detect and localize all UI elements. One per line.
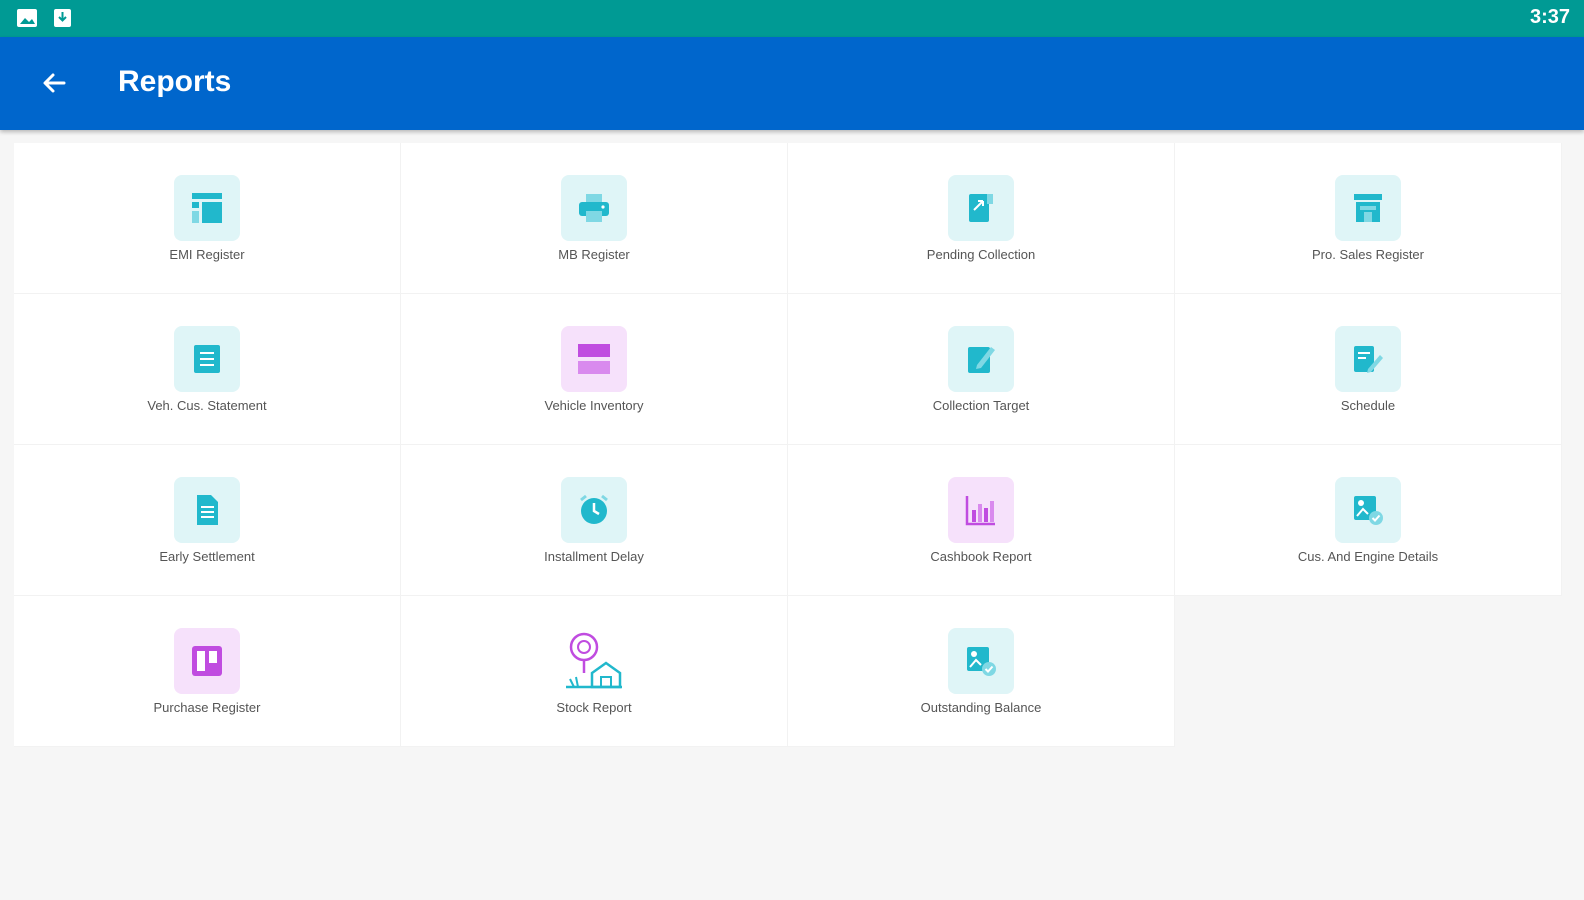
reports-grid: EMI Register MB Register Pending Collect… — [14, 143, 1562, 747]
report-label: Schedule — [1340, 397, 1396, 413]
report-label: Early Settlement — [159, 548, 255, 564]
status-time: 3:37 — [1529, 6, 1570, 28]
download-icon — [54, 9, 71, 27]
file-icon — [197, 494, 218, 525]
verified-image-icon — [967, 646, 996, 676]
report-tile-cus-and-engine-details[interactable]: Cus. And Engine Details — [1175, 445, 1562, 596]
list-icon — [194, 344, 220, 373]
edit-note-icon — [968, 346, 995, 373]
clock-icon — [580, 494, 608, 524]
report-label: Cus. And Engine Details — [1297, 548, 1439, 564]
report-tile-emi-register[interactable]: EMI Register — [14, 143, 401, 294]
app-bar: Reports — [0, 37, 1584, 130]
report-tile-early-settlement[interactable]: Early Settlement — [14, 445, 401, 596]
report-label: Pending Collection — [926, 246, 1036, 262]
back-button[interactable] — [32, 61, 76, 105]
status-bar: 3:37 — [0, 0, 1584, 37]
board-icon — [192, 645, 222, 676]
report-tile-pro-sales-register[interactable]: Pro. Sales Register — [1175, 143, 1562, 294]
verified-image-icon — [1354, 495, 1383, 525]
printer-icon — [579, 193, 609, 222]
report-label: Installment Delay — [544, 548, 644, 564]
report-label: MB Register — [558, 246, 630, 262]
report-label: Veh. Cus. Statement — [147, 397, 267, 413]
store-icon — [1354, 193, 1382, 222]
page-title: Reports — [118, 65, 232, 98]
image-icon — [17, 9, 37, 27]
warehouse-location-icon — [566, 632, 622, 688]
document-icon — [969, 193, 993, 222]
stack-icon — [578, 343, 610, 374]
report-label: Cashbook Report — [930, 548, 1032, 564]
report-tile-schedule[interactable]: Schedule — [1175, 294, 1562, 445]
report-label: EMI Register — [169, 246, 245, 262]
report-tile-outstanding-balance[interactable]: Outstanding Balance — [788, 596, 1175, 747]
report-tile-installment-delay[interactable]: Installment Delay — [401, 445, 788, 596]
report-tile-collection-target[interactable]: Collection Target — [788, 294, 1175, 445]
report-tile-veh-cus-statement[interactable]: Veh. Cus. Statement — [14, 294, 401, 445]
report-tile-purchase-register[interactable]: Purchase Register — [14, 596, 401, 747]
layout-icon — [192, 192, 222, 223]
report-label: Outstanding Balance — [920, 699, 1042, 715]
report-label: Pro. Sales Register — [1312, 246, 1424, 262]
report-tile-pending-collection[interactable]: Pending Collection — [788, 143, 1175, 294]
report-label: Collection Target — [932, 397, 1030, 413]
report-label: Purchase Register — [153, 699, 261, 715]
edit-doc-icon — [1354, 345, 1383, 373]
report-label: Stock Report — [556, 699, 632, 715]
report-tile-mb-register[interactable]: MB Register — [401, 143, 788, 294]
report-tile-stock-report[interactable]: Stock Report — [401, 596, 788, 747]
report-tile-vehicle-inventory[interactable]: Vehicle Inventory — [401, 294, 788, 445]
bar-chart-icon — [965, 495, 995, 525]
back-arrow-icon — [43, 73, 66, 93]
report-tile-cashbook-report[interactable]: Cashbook Report — [788, 445, 1175, 596]
report-label: Vehicle Inventory — [544, 397, 644, 413]
